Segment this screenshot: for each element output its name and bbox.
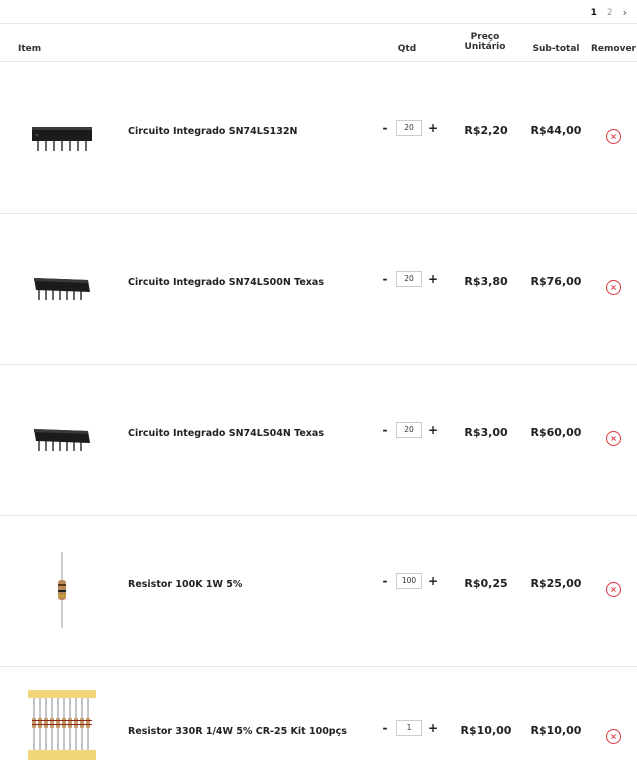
qty-input[interactable]: 1 (396, 720, 422, 736)
qty-plus-button[interactable]: + (428, 721, 438, 735)
subtotal: R$60,00 (530, 426, 582, 439)
qty-plus-button[interactable]: + (428, 272, 438, 286)
qty-input[interactable]: 20 (396, 271, 422, 287)
remove-icon[interactable]: × (606, 129, 621, 144)
product-name[interactable]: Circuito Integrado SN74LS04N Texas (128, 428, 324, 439)
table-row: Resistor 100K 1W 5% - 100 + R$0,25 R$25,… (0, 515, 637, 667)
qty-minus-button[interactable]: - (380, 272, 390, 286)
quantity-stepper: - 20 + (380, 120, 438, 136)
qty-input[interactable]: 20 (396, 120, 422, 136)
remove-icon[interactable]: × (606, 729, 621, 744)
unit-price: R$3,00 (464, 426, 508, 439)
qty-input[interactable]: 100 (396, 573, 422, 589)
remove-icon[interactable]: × (606, 582, 621, 597)
product-name[interactable]: Resistor 330R 1/4W 5% CR-25 Kit 100pçs (128, 726, 347, 737)
subtotal: R$10,00 (530, 724, 582, 737)
unit-price: R$2,20 (464, 124, 508, 137)
remove-icon[interactable]: × (606, 431, 621, 446)
chevron-right-icon[interactable]: › (623, 6, 627, 19)
product-name[interactable]: Resistor 100K 1W 5% (128, 579, 242, 590)
quantity-stepper: - 1 + (380, 720, 438, 736)
header-unit-price-line2: Unitário (464, 42, 506, 52)
page-1-current[interactable]: 1 (591, 8, 597, 18)
header-unit-price-line1: Preço (470, 32, 500, 42)
unit-price: R$10,00 (460, 724, 512, 737)
qty-plus-button[interactable]: + (428, 574, 438, 588)
product-name[interactable]: Circuito Integrado SN74LS00N Texas (128, 277, 324, 288)
qty-minus-button[interactable]: - (380, 574, 390, 588)
quantity-stepper: - 100 + (380, 573, 438, 589)
ic-chip-image (22, 97, 102, 177)
quantity-stepper: - 20 + (380, 422, 438, 438)
resistor-image (22, 550, 102, 630)
header-subtotal: Sub-total (532, 44, 580, 54)
qty-input[interactable]: 20 (396, 422, 422, 438)
header-remove: Remover (590, 44, 636, 54)
header-qtd: Qtd (397, 44, 417, 54)
page-2-link[interactable]: 2 (607, 8, 613, 18)
qty-minus-button[interactable]: - (380, 121, 390, 135)
table-row: Resistor 330R 1/4W 5% CR-25 Kit 100pçs -… (0, 666, 637, 763)
subtotal: R$76,00 (530, 275, 582, 288)
header-unit-price: Preço Unitário (460, 32, 510, 52)
subtotal: R$44,00 (530, 124, 582, 137)
unit-price: R$0,25 (464, 577, 508, 590)
unit-price: R$3,80 (464, 275, 508, 288)
subtotal: R$25,00 (530, 577, 582, 590)
resistor-kit-image (22, 688, 102, 763)
qty-minus-button[interactable]: - (380, 721, 390, 735)
product-name[interactable]: Circuito Integrado SN74LS132N (128, 126, 297, 137)
header-item: Item (18, 44, 42, 54)
table-row: Circuito Integrado SN74LS04N Texas - 20 … (0, 364, 637, 516)
qty-plus-button[interactable]: + (428, 423, 438, 437)
pagination: 1 2 › (591, 6, 627, 19)
qty-minus-button[interactable]: - (380, 423, 390, 437)
quantity-stepper: - 20 + (380, 271, 438, 287)
table-row: Circuito Integrado SN74LS132N - 20 + R$2… (0, 62, 637, 214)
table-row: Circuito Integrado SN74LS00N Texas - 20 … (0, 213, 637, 365)
table-header: Item Qtd Preço Unitário Sub-total Remove… (0, 24, 637, 62)
qty-plus-button[interactable]: + (428, 121, 438, 135)
ic-chip-image (22, 248, 102, 328)
ic-chip-image (22, 399, 102, 479)
remove-icon[interactable]: × (606, 280, 621, 295)
